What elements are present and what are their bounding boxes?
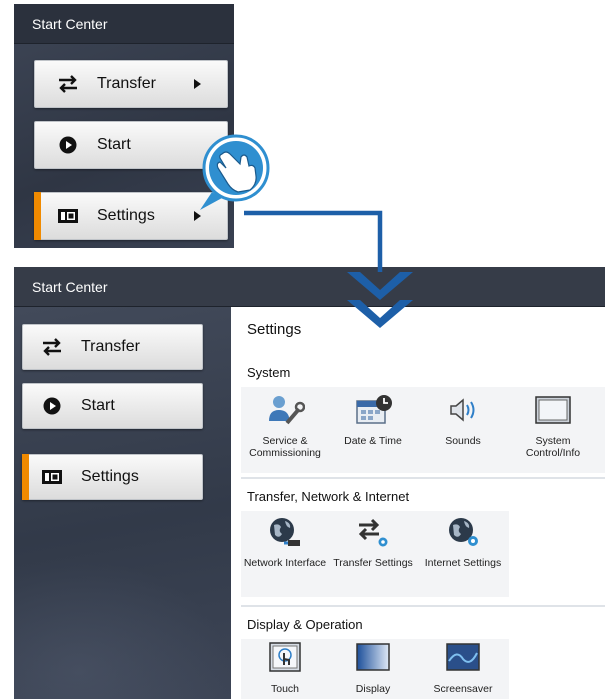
- connector-line: [244, 210, 383, 272]
- hand-pointer-icon: [200, 134, 270, 210]
- chevron-down-icon: [347, 300, 413, 328]
- flow-connector: [200, 134, 413, 328]
- chevron-down-icon: [347, 272, 413, 300]
- stage: Start Center Transfer Start Settings Sta…: [0, 0, 605, 699]
